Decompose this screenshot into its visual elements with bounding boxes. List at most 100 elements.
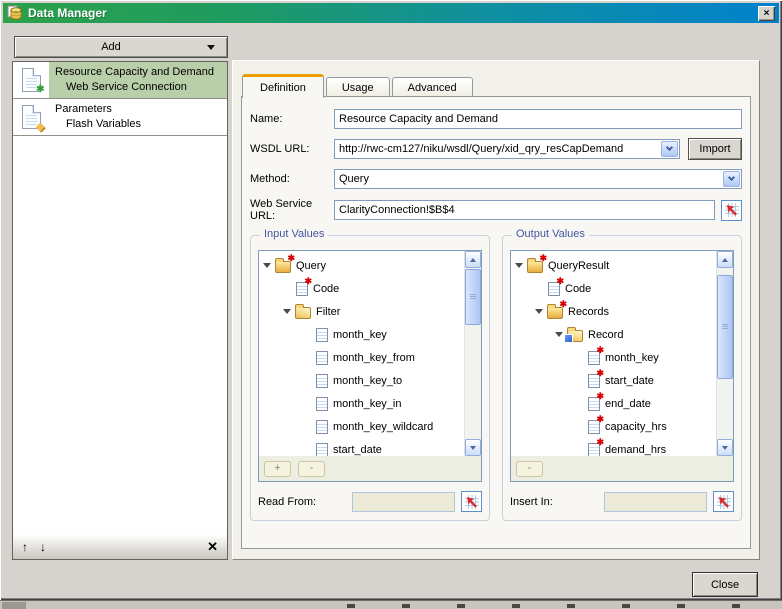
list-item-flash-variables[interactable]: Parameters Flash Variables xyxy=(13,99,227,136)
tab-definition[interactable]: Definition xyxy=(242,74,324,98)
remove-node-button[interactable]: - xyxy=(298,461,325,477)
read-from-input[interactable] xyxy=(352,492,455,512)
tree-item[interactable]: Code xyxy=(259,277,464,300)
move-up-icon[interactable]: ↑ xyxy=(22,540,28,554)
tree-item-label: Code xyxy=(313,283,339,295)
background-window-fragment xyxy=(0,600,782,609)
cell-reference-picker-button[interactable] xyxy=(713,491,734,512)
close-button[interactable]: Close xyxy=(692,572,758,597)
input-tree-scrollbar[interactable] xyxy=(464,251,481,456)
tree-item[interactable]: end_date xyxy=(511,392,716,415)
expander-icon[interactable] xyxy=(515,263,523,268)
tree-item[interactable]: Query xyxy=(259,254,464,277)
tree-item-label: month_key_from xyxy=(333,352,415,364)
insert-in-input[interactable] xyxy=(604,492,707,512)
tab-bar: Definition Usage Advanced xyxy=(242,74,475,98)
wsdl-dropdown-button[interactable] xyxy=(661,141,678,157)
list-toolbar: ↑ ↓ ✕ xyxy=(13,534,227,559)
tree-item[interactable]: Records xyxy=(511,300,716,323)
tab-label: Definition xyxy=(260,82,306,94)
input-tree-footer: + - xyxy=(259,456,481,481)
document-icon xyxy=(316,397,328,411)
detail-panel: Definition Usage Advanced Name: Resource… xyxy=(232,60,760,560)
list-item-title: Resource Capacity and Demand xyxy=(55,65,223,80)
remove-node-button[interactable]: - xyxy=(516,461,543,477)
folder-icon xyxy=(295,305,311,319)
window-close-button[interactable]: × xyxy=(758,6,775,21)
name-input[interactable]: Resource Capacity and Demand xyxy=(334,109,742,129)
parameters-document-icon xyxy=(22,105,41,129)
tree-item-label: start_date xyxy=(605,375,654,387)
title-bar[interactable]: Data Manager × xyxy=(3,3,779,23)
web-service-url-label: Web Service URL: xyxy=(250,198,334,222)
tree-item[interactable]: Filter xyxy=(259,300,464,323)
web-service-url-input[interactable]: ClarityConnection!$B$4 xyxy=(334,200,715,220)
input-values-treebox: Query Code Filter month_key month_key_frommo… xyxy=(258,250,482,482)
output-values-legend: Output Values xyxy=(512,228,589,240)
arrow-down-icon xyxy=(722,446,728,450)
scroll-up-button[interactable] xyxy=(717,251,733,268)
tree-item[interactable]: start_date xyxy=(511,369,716,392)
expander-icon[interactable] xyxy=(555,332,563,337)
import-button[interactable]: Import xyxy=(688,138,742,160)
document-icon xyxy=(316,374,328,388)
scroll-down-button[interactable] xyxy=(465,439,481,456)
method-combobox[interactable]: Query xyxy=(334,169,742,189)
expander-icon[interactable] xyxy=(535,309,543,314)
scrollbar-thumb[interactable] xyxy=(717,275,733,379)
method-value: Query xyxy=(339,173,369,185)
wsdl-url-combobox[interactable]: http://rwc-cm127/niku/wsdl/Query/xid_qry… xyxy=(334,139,680,159)
document-icon xyxy=(316,420,328,434)
method-dropdown-button[interactable] xyxy=(723,171,740,187)
list-item-web-service-connection[interactable]: Resource Capacity and Demand Web Service… xyxy=(13,62,227,99)
cell-picker-icon xyxy=(465,495,479,509)
chevron-down-icon xyxy=(207,45,215,50)
tree-item[interactable]: month_key_from xyxy=(259,346,464,369)
output-tree-scrollbar[interactable] xyxy=(716,251,733,456)
document-icon xyxy=(548,282,560,296)
output-values-treebox: QueryResult Code Records Record month_keysta… xyxy=(510,250,734,482)
add-button[interactable]: Add xyxy=(14,36,228,58)
connection-badge-icon xyxy=(36,83,44,95)
document-icon xyxy=(588,351,600,365)
input-values-legend: Input Values xyxy=(260,228,328,240)
expander-icon[interactable] xyxy=(263,263,271,268)
tab-usage[interactable]: Usage xyxy=(326,77,390,98)
tree-item-label: Records xyxy=(568,306,609,318)
tree-item[interactable]: start_date xyxy=(259,438,464,456)
move-down-icon[interactable]: ↓ xyxy=(40,540,46,554)
tree-item[interactable]: month_key_to xyxy=(259,369,464,392)
wsdl-url-label: WSDL URL: xyxy=(250,143,334,155)
list-item-subtitle: Web Service Connection xyxy=(55,80,223,95)
tree-item-label: QueryResult xyxy=(548,260,609,272)
tree-item[interactable]: capacity_hrs xyxy=(511,415,716,438)
tree-item[interactable]: month_key_wildcard xyxy=(259,415,464,438)
expander-icon[interactable] xyxy=(283,309,291,314)
tree-item[interactable]: month_key xyxy=(259,323,464,346)
tab-advanced[interactable]: Advanced xyxy=(392,77,473,98)
output-values-group: Output Values QueryResultCodeRecordsReco… xyxy=(502,235,742,521)
add-button-label: Add xyxy=(15,41,207,53)
tree-item-label: demand_hrs xyxy=(605,444,666,456)
input-values-tree: Query Code Filter month_key month_key_frommo… xyxy=(259,251,464,456)
tree-item[interactable]: demand_hrs xyxy=(511,438,716,456)
scrollbar-thumb[interactable] xyxy=(465,269,481,325)
tree-item[interactable]: Code xyxy=(511,277,716,300)
tree-item[interactable]: QueryResult xyxy=(511,254,716,277)
tree-item-label: Filter xyxy=(316,306,340,318)
tree-item[interactable]: month_key_in xyxy=(259,392,464,415)
add-node-button[interactable]: + xyxy=(264,461,291,477)
delete-icon[interactable]: ✕ xyxy=(207,539,218,555)
tree-item-label: Record xyxy=(588,329,623,341)
tree-item[interactable]: month_key xyxy=(511,346,716,369)
cell-reference-picker-button[interactable] xyxy=(721,200,742,221)
list-item-title: Parameters xyxy=(55,102,223,117)
list-item-subtitle: Flash Variables xyxy=(55,117,223,132)
tree-item-label: start_date xyxy=(333,444,382,456)
scroll-down-button[interactable] xyxy=(717,439,733,456)
tree-item[interactable]: Record xyxy=(511,323,716,346)
scroll-up-button[interactable] xyxy=(465,251,481,268)
arrow-up-icon xyxy=(722,258,728,262)
name-label: Name: xyxy=(250,113,334,125)
cell-reference-picker-button[interactable] xyxy=(461,491,482,512)
